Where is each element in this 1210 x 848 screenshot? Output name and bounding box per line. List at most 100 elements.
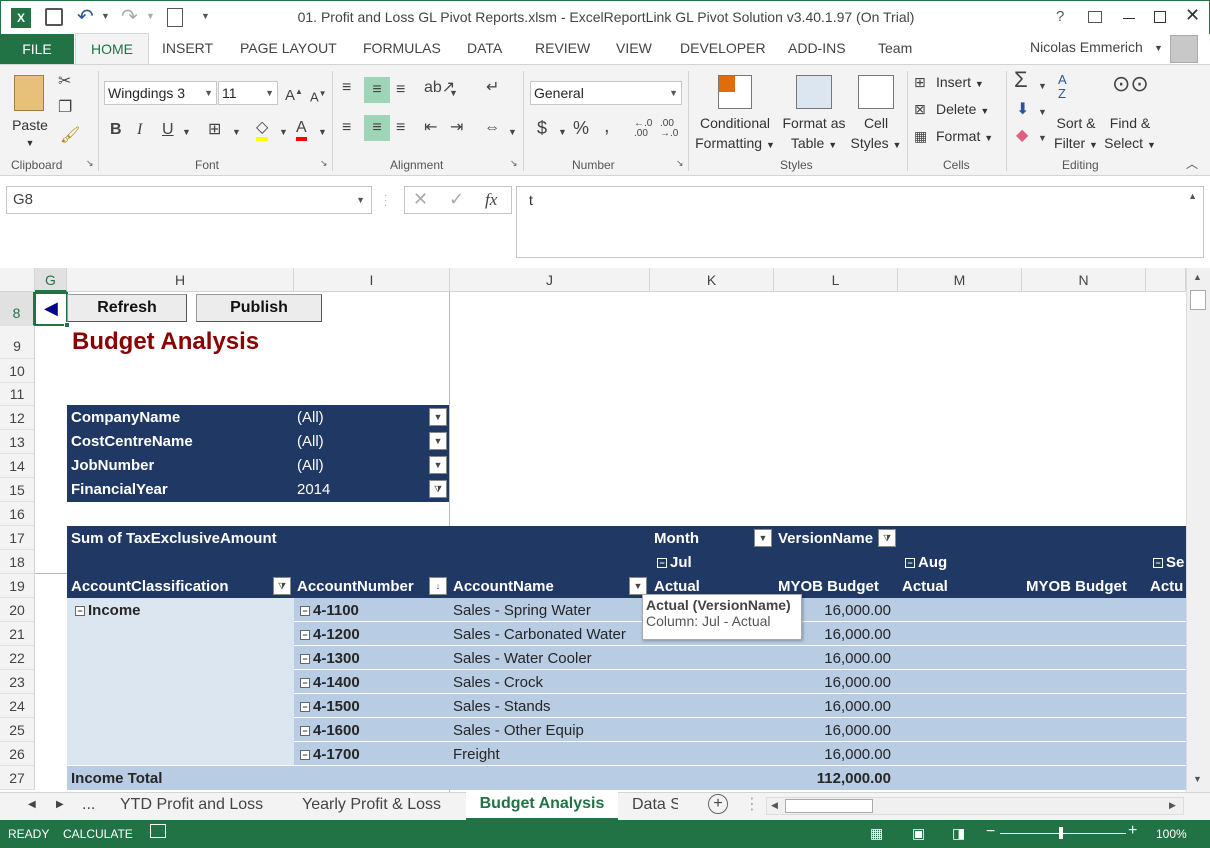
account-name-spring-water[interactable]: Sales - Spring Water xyxy=(453,602,591,619)
decrease-decimal-icon[interactable]: .00 →.0 xyxy=(660,119,678,139)
shrink-font-icon[interactable]: A▼ xyxy=(310,85,327,106)
sort-filter-button[interactable]: Sort & Filter ▼ xyxy=(1050,113,1102,155)
clear-dropdown-icon[interactable]: ▼ xyxy=(1038,129,1047,147)
ribbon-display-icon[interactable] xyxy=(1088,11,1102,23)
find-binoculars-icon[interactable]: ⊙⊙ xyxy=(1112,73,1149,95)
page-layout-view-icon[interactable]: ▣ xyxy=(912,825,925,842)
insert-cells-icon[interactable]: ⊞ xyxy=(914,73,926,91)
italic-button[interactable]: I xyxy=(137,121,142,139)
align-left-icon[interactable]: ≡ xyxy=(342,119,351,137)
copy-icon[interactable]: ❐ xyxy=(58,99,72,117)
tab-insert[interactable]: INSERT xyxy=(162,40,213,56)
collapse-icon[interactable]: − xyxy=(657,558,667,569)
budget-value[interactable]: 16,000.00 xyxy=(774,722,891,739)
scroll-left-icon[interactable]: ◀ xyxy=(771,800,778,811)
paste-dropdown-icon[interactable]: ▼ xyxy=(22,133,38,153)
zoom-slider[interactable] xyxy=(1000,827,1126,839)
fill-color-dropdown-icon[interactable]: ▼ xyxy=(279,123,288,141)
font-launcher-icon[interactable]: ↘ xyxy=(320,158,328,169)
alignment-launcher-icon[interactable]: ↘ xyxy=(510,158,518,169)
fill-handle[interactable] xyxy=(64,322,70,328)
row-header-25[interactable]: 25 xyxy=(0,718,35,742)
account-number-4-1500[interactable]: −4-1500 xyxy=(300,698,360,715)
orientation-dropdown-icon[interactable]: ▼ xyxy=(449,84,458,102)
column-header-g[interactable]: G xyxy=(35,268,67,292)
cell-styles-button[interactable]: Cell Styles ▼ xyxy=(848,113,904,155)
horizontal-scrollbar[interactable]: ◀ ▶ xyxy=(766,797,1184,815)
close-icon[interactable]: ✕ xyxy=(1185,5,1200,26)
decrease-indent-icon[interactable]: ⇤ xyxy=(424,119,437,137)
sheet-tab-yearly[interactable]: Yearly Profit & Loss xyxy=(302,793,441,817)
tab-add-ins[interactable]: ADD-INS xyxy=(788,40,846,56)
zoom-in-icon[interactable]: + xyxy=(1128,822,1137,840)
income-total-label[interactable]: Income Total xyxy=(71,770,162,787)
help-icon[interactable]: ? xyxy=(1056,8,1064,25)
number-launcher-icon[interactable]: ↘ xyxy=(676,158,684,169)
scroll-tabs-right-icon[interactable]: ▶ xyxy=(56,793,64,817)
publish-button[interactable]: Publish xyxy=(196,294,322,322)
row-header-11[interactable]: 11 xyxy=(0,383,35,406)
sheet-tab-budget-analysis[interactable]: Budget Analysis xyxy=(466,792,618,820)
font-color-dropdown-icon[interactable]: ▼ xyxy=(318,123,327,141)
account-name-stands[interactable]: Sales - Stands xyxy=(453,698,551,715)
account-number-4-1700[interactable]: −4-1700 xyxy=(300,746,360,763)
collapse-icon[interactable]: − xyxy=(905,558,915,569)
conditional-formatting-button[interactable]: Conditional Formatting ▼ xyxy=(692,113,778,155)
tab-team[interactable]: Team xyxy=(878,40,912,56)
month-jul[interactable]: − Jul xyxy=(657,554,692,571)
row-header-9[interactable]: 9 xyxy=(0,326,35,359)
collapse-icon[interactable]: − xyxy=(300,702,310,713)
user-dropdown-icon[interactable]: ▼ xyxy=(1154,43,1163,53)
format-as-table-button[interactable]: Format as Table ▼ xyxy=(778,113,850,155)
autosum-icon[interactable]: Σ xyxy=(1014,69,1028,91)
month-filter-dropdown[interactable]: ▼ xyxy=(754,529,772,547)
paste-button[interactable]: Paste xyxy=(8,115,52,135)
find-select-button[interactable]: Find & Select ▼ xyxy=(1102,113,1158,155)
collapse-icon[interactable]: − xyxy=(300,678,310,689)
month-sep[interactable]: − Se xyxy=(1153,554,1186,571)
merge-dropdown-icon[interactable]: ▼ xyxy=(508,123,517,141)
scroll-up-icon[interactable]: ▲ xyxy=(1193,272,1202,282)
filter-active-icon[interactable]: ⧩ xyxy=(429,480,447,498)
vertical-scrollbar[interactable]: ▲ ▼ xyxy=(1186,268,1210,792)
month-aug[interactable]: − Aug xyxy=(905,554,947,571)
underline-dropdown-icon[interactable]: ▼ xyxy=(182,123,191,141)
borders-dropdown-icon[interactable]: ▼ xyxy=(232,123,241,141)
row-header-18[interactable]: 18 xyxy=(0,550,35,574)
scroll-down-icon[interactable]: ▼ xyxy=(1193,774,1202,784)
maximize-icon[interactable] xyxy=(1154,11,1166,23)
conditional-formatting-icon[interactable] xyxy=(718,75,752,109)
account-name-water-cooler[interactable]: Sales - Water Cooler xyxy=(453,650,592,667)
macro-record-icon[interactable] xyxy=(150,824,166,838)
classification-filter-icon[interactable]: ⧩ xyxy=(273,577,291,595)
align-center-icon[interactable]: ≡ xyxy=(364,115,390,141)
collapse-ribbon-icon[interactable]: ︿ xyxy=(1186,155,1198,172)
underline-button[interactable]: U xyxy=(162,121,174,139)
page-break-view-icon[interactable]: ◨ xyxy=(952,825,965,842)
minimize-icon[interactable] xyxy=(1123,18,1135,19)
grow-font-icon[interactable]: A▲ xyxy=(285,83,303,105)
row-header-10[interactable]: 10 xyxy=(0,359,35,383)
tab-page-layout[interactable]: PAGE LAYOUT xyxy=(240,40,337,56)
tab-file[interactable]: FILE xyxy=(0,34,74,64)
back-arrow-icon[interactable]: ◀ xyxy=(44,298,58,319)
insert-cells-button[interactable]: Insert ▼ xyxy=(936,72,984,94)
new-sheet-icon[interactable]: + xyxy=(708,794,728,814)
row-header-14[interactable]: 14 xyxy=(0,454,35,478)
column-header-l[interactable]: L xyxy=(774,268,898,292)
zoom-level[interactable]: 100% xyxy=(1156,827,1187,841)
account-name-freight[interactable]: Freight xyxy=(453,746,500,763)
tab-data[interactable]: DATA xyxy=(467,40,502,56)
clipboard-launcher-icon[interactable]: ↘ xyxy=(86,158,94,169)
name-box[interactable]: G8 ▼ xyxy=(6,186,372,214)
budget-value[interactable]: 16,000.00 xyxy=(774,746,891,763)
fill-color-icon[interactable]: ◇ xyxy=(256,119,269,141)
row-header-13[interactable]: 13 xyxy=(0,430,35,454)
delete-cells-icon[interactable]: ⊠ xyxy=(914,100,926,118)
collapse-icon[interactable]: − xyxy=(1153,558,1163,569)
select-all-corner[interactable] xyxy=(0,268,35,292)
merge-center-icon[interactable]: ⇔ xyxy=(484,119,500,137)
account-number-4-1600[interactable]: −4-1600 xyxy=(300,722,360,739)
column-header-o[interactable] xyxy=(1146,268,1186,292)
account-number-4-1200[interactable]: −4-1200 xyxy=(300,626,360,643)
